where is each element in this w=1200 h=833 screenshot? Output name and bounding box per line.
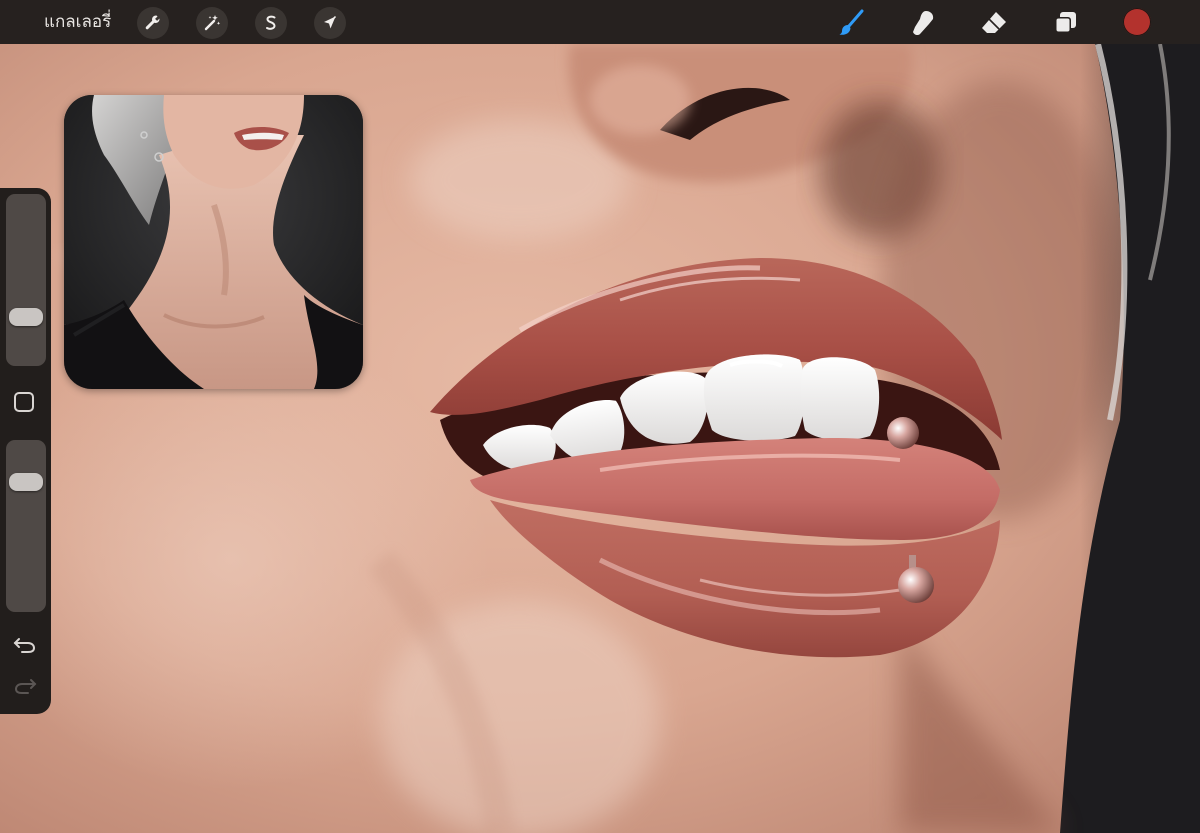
selection-button[interactable]: [255, 7, 287, 39]
wrench-icon: [143, 13, 163, 33]
left-sidebar: [0, 188, 51, 714]
reference-window[interactable]: [64, 95, 363, 389]
eraser-tool-button[interactable]: [977, 6, 1011, 40]
adjustments-button[interactable]: [196, 7, 228, 39]
opacity-slider[interactable]: [6, 440, 46, 612]
color-picker-button[interactable]: [1123, 8, 1151, 36]
reference-photo: [64, 95, 363, 389]
brush-size-slider[interactable]: [6, 194, 46, 366]
actions-button[interactable]: [137, 7, 169, 39]
eraser-icon: [979, 8, 1009, 38]
modify-button-square-icon[interactable]: [14, 392, 34, 412]
smudge-tool-button[interactable]: [906, 6, 940, 40]
redo-arrow-icon: [13, 676, 37, 700]
layers-button[interactable]: [1048, 6, 1082, 40]
smudge-finger-icon: [908, 8, 938, 38]
gallery-button[interactable]: แกลเลอรี่: [44, 9, 111, 35]
layers-icon: [1050, 8, 1080, 38]
top-toolbar: แกลเลอรี่: [0, 0, 1200, 44]
brush-tool-button[interactable]: [835, 6, 869, 40]
opacity-thumb[interactable]: [9, 473, 43, 492]
undo-arrow-icon: [13, 635, 37, 659]
brush-size-thumb[interactable]: [9, 307, 43, 326]
redo-button[interactable]: [12, 676, 38, 700]
brush-icon: [837, 8, 867, 38]
selection-s-icon: [261, 13, 281, 33]
undo-button[interactable]: [12, 635, 38, 659]
magic-wand-icon: [202, 13, 222, 33]
transform-button[interactable]: [314, 7, 346, 39]
arrow-cursor-icon: [320, 13, 340, 33]
